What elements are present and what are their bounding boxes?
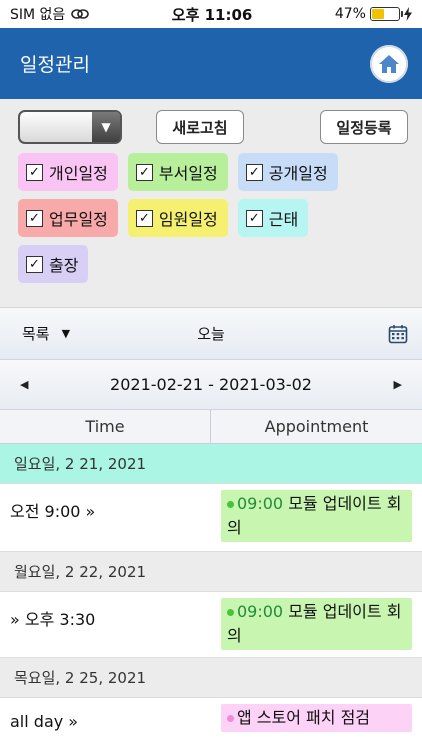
- checkbox-icon[interactable]: ✓: [26, 209, 43, 227]
- checkbox-icon[interactable]: ✓: [245, 209, 263, 227]
- filter-chip-public[interactable]: ✓ 공개일정: [237, 153, 338, 191]
- chip-label: 임원일정: [158, 210, 218, 229]
- home-button[interactable]: [370, 44, 408, 83]
- battery-icon: [369, 7, 403, 21]
- app-header: 일정관리: [0, 28, 422, 99]
- home-icon: [379, 54, 399, 73]
- event-cell[interactable]: 09:00 모듈 업데이트 회의: [211, 484, 422, 551]
- view-mode-label: 목록: [22, 325, 50, 343]
- chip-label: 공개일정: [268, 164, 328, 183]
- register-schedule-button[interactable]: 일정등록: [320, 110, 408, 144]
- agenda-list: 일요일, 2 21, 2021 오전 9:00 » 09:00 모듈 업데이트 …: [0, 444, 422, 750]
- view-mode-dropdown[interactable]: 목록 ▼: [22, 323, 70, 344]
- table-row[interactable]: » 오후 3:30 09:00 모듈 업데이트 회의: [0, 592, 422, 658]
- event-title: 앱 스토어 패치 점검: [237, 708, 371, 727]
- event-box[interactable]: 09:00 모듈 업데이트 회의: [221, 598, 412, 650]
- event-time: all day »: [10, 712, 79, 731]
- checkbox-icon[interactable]: ✓: [245, 163, 263, 181]
- column-header: Time Appointment: [0, 410, 422, 444]
- calendar-select[interactable]: ▼: [18, 110, 122, 144]
- filter-chip-attendance[interactable]: ✓ 근태: [237, 199, 309, 237]
- filter-chip-business-trip[interactable]: ✓ 출장: [18, 245, 89, 283]
- category-filters: ✓ 개인일정 ✓ 부서일정 ✓ 공개일정 ✓ 업무일정 ✓ 임원일정 ✓ 근태 ✓ 출장: [18, 153, 378, 283]
- status-bar: SIM 없음 오후 11:06 47%: [0, 0, 422, 28]
- filter-chip-work[interactable]: ✓ 업무일정: [18, 199, 118, 237]
- event-start: 09:00: [237, 494, 284, 513]
- event-box[interactable]: 09:00 모듈 업데이트 회의: [221, 490, 412, 542]
- checkbox-icon[interactable]: ✓: [26, 255, 43, 273]
- event-box[interactable]: 앱 스토어 패치 점검: [221, 704, 412, 732]
- filter-chip-department[interactable]: ✓ 부서일정: [127, 153, 228, 191]
- event-dot-icon: [227, 715, 234, 722]
- status-left: SIM 없음: [10, 4, 90, 24]
- carrier-text: SIM 없음: [10, 7, 66, 23]
- table-row[interactable]: all day » 앱 스토어 패치 점검: [0, 698, 422, 750]
- today-button[interactable]: 오늘: [70, 323, 352, 344]
- filter-panel: ▼ 새로고침 일정등록 ✓ 개인일정 ✓ 부서일정 ✓ 공개일정 ✓ 업무일정 ✓ 임원일…: [0, 99, 422, 308]
- column-time: Time: [0, 410, 211, 443]
- battery-text: 47%: [334, 6, 366, 22]
- charging-icon: [403, 7, 412, 21]
- chip-label: 출장: [49, 256, 79, 275]
- event-time: » 오후 3:30: [10, 610, 96, 629]
- filter-chip-executive[interactable]: ✓ 임원일정: [127, 199, 228, 237]
- status-right: 47%: [335, 6, 412, 22]
- next-range-icon[interactable]: ▶: [394, 378, 402, 391]
- link-icon: [71, 9, 90, 19]
- column-appointment: Appointment: [264, 417, 369, 436]
- prev-range-icon[interactable]: ◀: [20, 378, 28, 391]
- checkbox-icon[interactable]: ✓: [26, 163, 43, 181]
- filter-chip-personal[interactable]: ✓ 개인일정: [18, 153, 118, 191]
- checkbox-icon[interactable]: ✓: [135, 163, 153, 181]
- event-time: 오전 9:00 »: [10, 502, 96, 521]
- refresh-button[interactable]: 새로고침: [156, 110, 244, 144]
- view-toolbar: 목록 ▼ 오늘: [0, 308, 422, 360]
- calendar-icon[interactable]: [388, 324, 408, 344]
- chip-label: 업무일정: [49, 210, 108, 229]
- date-range-bar: ◀ 2021-02-21 - 2021-03-02 ▶: [0, 360, 422, 410]
- chevron-down-icon: ▼: [92, 112, 120, 142]
- event-cell[interactable]: 앱 스토어 패치 점검: [211, 698, 422, 750]
- checkbox-icon[interactable]: ✓: [135, 209, 153, 227]
- date-range-text: 2021-02-21 - 2021-03-02: [110, 375, 312, 394]
- day-header: 월요일, 2 22, 2021: [0, 552, 422, 592]
- day-header: 일요일, 2 21, 2021: [0, 444, 422, 484]
- chip-label: 근태: [268, 210, 299, 229]
- table-row[interactable]: 오전 9:00 » 09:00 모듈 업데이트 회의: [0, 484, 422, 552]
- battery-fill: [371, 9, 385, 19]
- event-start: 09:00: [237, 602, 284, 621]
- chip-label: 부서일정: [158, 164, 218, 183]
- event-dot-icon: [227, 609, 234, 616]
- status-time: 오후 11:06: [171, 5, 253, 24]
- event-cell[interactable]: 09:00 모듈 업데이트 회의: [211, 592, 422, 657]
- page-title: 일정관리: [20, 54, 90, 76]
- event-dot-icon: [227, 501, 234, 508]
- chip-label: 개인일정: [49, 164, 108, 183]
- day-header: 목요일, 2 25, 2021: [0, 658, 422, 698]
- caret-down-icon: ▼: [61, 327, 71, 340]
